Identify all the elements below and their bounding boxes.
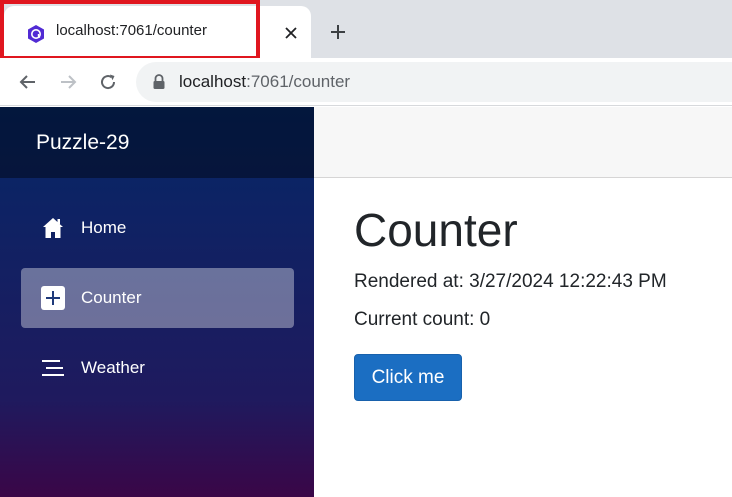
plus-square-icon: [41, 286, 65, 310]
sidebar-item-counter[interactable]: Counter: [21, 268, 294, 328]
url-path: :7061/counter: [246, 72, 351, 91]
click-me-button[interactable]: Click me: [354, 354, 462, 401]
url-text[interactable]: localhost:7061/counter: [179, 72, 350, 92]
sidebar-item-label: Weather: [81, 358, 145, 377]
close-icon[interactable]: [282, 24, 300, 42]
lock-icon[interactable]: [152, 74, 166, 90]
current-count-text: Current count: 0: [354, 309, 491, 330]
browser-toolbar: localhost:7061/counter: [0, 58, 732, 106]
sidebar-item-weather[interactable]: Weather: [21, 338, 294, 398]
address-bar[interactable]: localhost:7061/counter: [136, 62, 732, 102]
url-host: localhost: [179, 72, 247, 91]
sidebar-item-label: Counter: [81, 288, 142, 307]
brand-link[interactable]: Puzzle-29: [36, 131, 129, 155]
brand-bar: Puzzle-29: [0, 107, 314, 178]
home-icon: [43, 218, 63, 238]
sidebar-item-label: Home: [81, 218, 127, 237]
tab-strip: localhost:7061/counter: [0, 0, 732, 58]
reload-icon[interactable]: [96, 70, 120, 94]
sidebar: Puzzle-29 Home Counter Weather: [0, 107, 314, 497]
browser-tab[interactable]: localhost:7061/counter: [4, 6, 311, 58]
back-arrow-icon[interactable]: [16, 70, 40, 94]
blazor-icon: [28, 25, 44, 43]
top-row: [314, 107, 732, 178]
list-icon: [42, 360, 64, 376]
forward-arrow-icon[interactable]: [56, 70, 80, 94]
sidebar-item-home[interactable]: Home: [21, 198, 294, 258]
rendered-at-text: Rendered at: 3/27/2024 12:22:43 PM: [354, 271, 667, 292]
plus-icon[interactable]: [324, 18, 352, 46]
tab-title: localhost:7061/counter: [56, 22, 207, 39]
page-title: Counter: [354, 204, 518, 256]
